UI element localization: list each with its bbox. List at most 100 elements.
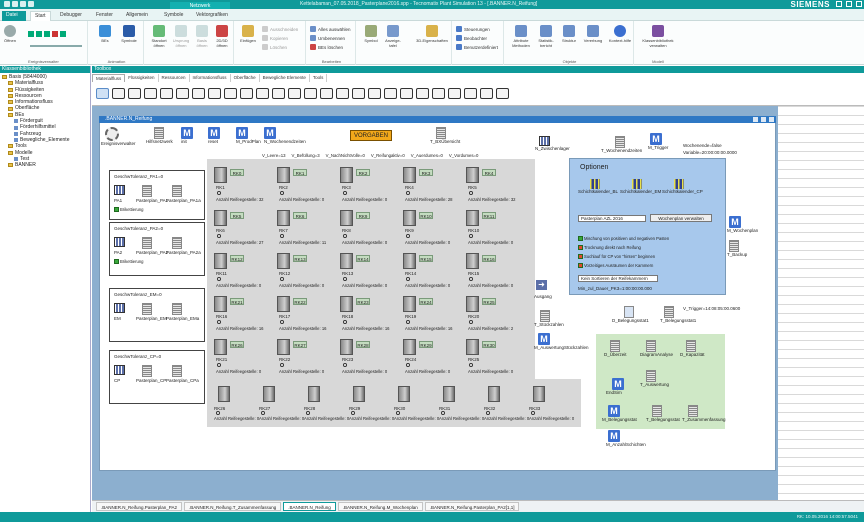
toolbox-tab[interactable]: Tools	[310, 74, 328, 82]
rack[interactable]: RK31 Anzahl Reifeegestelle: 0	[439, 386, 487, 426]
n-zwischenlager-object[interactable]: N_Zwischenlager	[535, 136, 570, 151]
toolbox-object-icon[interactable]	[336, 87, 349, 99]
toolbox-object-icon[interactable]	[208, 87, 221, 99]
rack[interactable]: RK3 RK4 Anzahl Reifeegestelle: 28	[403, 163, 464, 207]
tab-datei[interactable]: Datei	[2, 11, 26, 21]
toolbox-object-icon[interactable]	[256, 87, 269, 99]
rack[interactable]: RK16 RK15 Anzahl Reifeegestelle: 0	[466, 249, 527, 293]
rack[interactable]: RK23 RK18 Anzahl Reifeegestelle: 16	[340, 292, 401, 336]
rack[interactable]: RK32 Anzahl Reifeegestelle: 0	[484, 386, 532, 426]
tab-allgemein[interactable]: Allgemein	[122, 11, 152, 21]
m-wochenplan-method[interactable]: M M_Wochenplan	[727, 216, 758, 233]
toolbox-object-icon[interactable]	[96, 87, 109, 99]
basis-button[interactable]: Basis öffnen	[192, 25, 212, 48]
tolerance-variable[interactable]: GeschwToleranz_EM=0	[114, 292, 162, 297]
m-anzahlschichten-method[interactable]: M M_AnzahlSchichten	[606, 430, 646, 447]
checkbox-ausraeumen[interactable]: Vorzeitiges Ausräumen der Kammern	[578, 263, 653, 268]
close-icon[interactable]	[856, 1, 862, 7]
source-icon[interactable]	[114, 303, 125, 313]
tab-debugger[interactable]: Debugger	[56, 11, 86, 21]
m-trigger-method[interactable]: M M_Trigger	[648, 133, 668, 150]
symbole-button[interactable]: Symbole	[118, 25, 140, 43]
pasterplan-table[interactable]: Pasterplan_PA1a	[166, 198, 201, 203]
toolbox-object-icon[interactable]	[272, 87, 285, 99]
pasterplan-dropdown[interactable]: Pasterplan AZL 2016	[578, 215, 646, 222]
reset-icon[interactable]	[28, 31, 34, 37]
tolerance-variable[interactable]: GeschwToleranz_CP=0	[114, 354, 161, 359]
tolerance-variable[interactable]: GeschwToleranz_PA1=0	[114, 174, 163, 179]
rack[interactable]: RK21 RK16 Anzahl Reifeegestelle: 16	[214, 292, 275, 336]
auswertung-object[interactable]: T_Auswertung	[640, 370, 669, 387]
rack[interactable]: RK5 RK6 Anzahl Reifeegestelle: 27	[214, 206, 275, 250]
m-auswertung-method[interactable]: M M_AuswertungStückzahlen	[534, 333, 589, 350]
m-prodplan-method[interactable]: M M_ProdPlan	[236, 127, 261, 144]
rack[interactable]: RK25 RK20 Anzahl Reifeegestelle: 2	[466, 292, 527, 336]
toolbox-object-icon[interactable]	[176, 87, 189, 99]
struktur-button[interactable]: Struktur	[558, 25, 580, 43]
document-tab[interactable]: .BANNER.N_Reifung.M_Wochenplan	[337, 502, 423, 511]
frame-maximize-icon[interactable]	[761, 117, 766, 122]
toolbox-object-icon[interactable]	[384, 87, 397, 99]
rack[interactable]: RK30 RK25 Anzahl Reifeegestelle: 0	[466, 335, 527, 379]
wochenende-variable[interactable]: Wochenende=false	[683, 143, 722, 148]
3d-eigenschaften-button[interactable]: 3D-Eigenschaften	[414, 25, 450, 43]
toolbox-object-icon[interactable]	[240, 87, 253, 99]
window-controls[interactable]	[836, 1, 862, 7]
auswertung-object[interactable]: T_Zusammenfassung	[682, 405, 726, 422]
source-icon[interactable]	[114, 365, 125, 375]
tree-item[interactable]: BANNER	[2, 162, 88, 168]
klassenbibliothek-button[interactable]: Klassenbibliothek verwalten	[638, 25, 678, 48]
rack[interactable]: RK27 Anzahl Reifeegestelle: 0	[259, 386, 307, 426]
toolbox-object-icon[interactable]	[304, 87, 317, 99]
alles-auswaehlen-button[interactable]: Alles auswählen	[310, 26, 351, 32]
toolbox-object-icon[interactable]	[368, 87, 381, 99]
auswertung-object[interactable]: T_Belegungsstat	[646, 405, 680, 422]
document-tab[interactable]: .BANNER.N_Reifung.Pasterplan_PA2	[96, 502, 182, 511]
table-icon[interactable]	[172, 303, 182, 315]
benutzerdefiniert-button[interactable]: Benutzerdefiniert	[456, 44, 498, 50]
init-method[interactable]: Minit	[181, 127, 193, 144]
umbenennen-button[interactable]: Umbenennen	[310, 35, 345, 41]
tolerance-variable[interactable]: GeschwToleranz_PA2=0	[114, 226, 163, 231]
start-icon[interactable]	[36, 31, 42, 37]
vererbung-button[interactable]: Vererbung	[580, 25, 606, 43]
loeschen-button[interactable]: Löschen	[262, 44, 287, 50]
document-tab[interactable]: .BANNER.N_Reifung.Pasterplan_PA2[1,1]	[424, 502, 520, 511]
toolbox-tab[interactable]: Oberfläche	[231, 74, 260, 82]
rack[interactable]: RK13 RK12 Anzahl Reifeegestelle: 0	[277, 249, 338, 293]
vorgaben-button[interactable]: VORGABEN	[350, 130, 392, 141]
variable[interactable]: V_Vordumes=0	[449, 153, 479, 158]
toolbox-icons[interactable]	[96, 86, 509, 100]
d-belegungsstat1[interactable]: D_Belegungsstat1	[612, 306, 649, 323]
toolbox-object-icon[interactable]	[416, 87, 429, 99]
rack[interactable]: RK14 RK13 Anzahl Reifeegestelle: 0	[340, 249, 401, 293]
ereignisverwalter-object[interactable]: Ereignisverwalter	[101, 127, 136, 146]
toolbox-object-icon[interactable]	[288, 87, 301, 99]
toolbox-object-icon[interactable]	[144, 87, 157, 99]
ausschneiden-button[interactable]: Ausschneiden	[262, 26, 298, 32]
rack[interactable]: RK10 RK9 Anzahl Reifeegestelle: 0	[403, 206, 464, 250]
table-icon[interactable]	[172, 365, 182, 377]
toolbox-object-icon[interactable]	[432, 87, 445, 99]
pasterplan-table[interactable]: Pasterplan_PA2a	[166, 250, 201, 255]
checkbox-trocknung[interactable]: Trocknung direkt nach Reifung	[578, 245, 641, 250]
speed-slider[interactable]	[30, 45, 82, 47]
bes-loeschen-button[interactable]: BEs löschen	[310, 44, 343, 50]
rack[interactable]: RK26 RK21 Anzahl Reifeegestelle: 0	[214, 335, 275, 379]
toolbox-object-icon[interactable]	[128, 87, 141, 99]
ursprung-button[interactable]: Ursprung öffnen	[170, 25, 192, 48]
brikettierung-checkbox[interactable]: Brikettierung	[114, 259, 144, 264]
rack[interactable]: RK11 RK10 Anzahl Reifeegestelle: 0	[466, 206, 527, 250]
source-icon[interactable]	[114, 185, 125, 195]
frame-close-icon[interactable]	[769, 117, 774, 122]
t-bxuebersicht-table[interactable]: T_BXÜbersicht	[430, 127, 460, 144]
schichtkalender-cp[interactable]: Schichtkalender_CP	[662, 179, 703, 194]
t-stueckzahlen-table[interactable]: T_Stückzahlen	[534, 310, 564, 327]
sim-controls[interactable]	[28, 31, 84, 37]
rack[interactable]: RK22 RK17 Anzahl Reifeegestelle: 16	[277, 292, 338, 336]
symbol-button[interactable]: Symbol	[360, 25, 382, 43]
variable-line[interactable]: Variable=20:00:00:00.0000	[683, 150, 737, 155]
pasterplan-table[interactable]: Pasterplan_EM	[136, 316, 167, 321]
variable[interactable]: V_NachNichtVolle=0	[326, 153, 365, 158]
steuerungen-button[interactable]: Steuerungen	[456, 26, 490, 32]
